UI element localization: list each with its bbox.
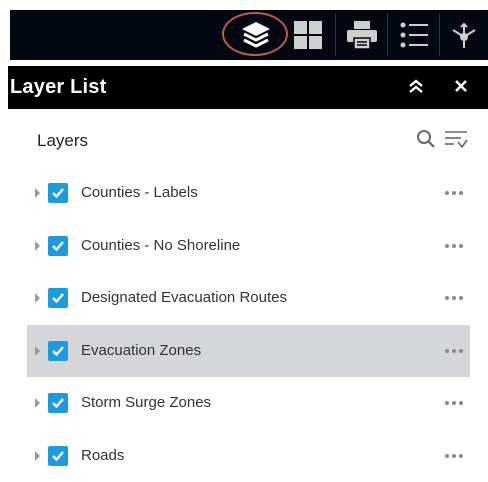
layer-visibility-checkbox[interactable]	[48, 183, 68, 203]
basemap-gallery-icon	[292, 19, 324, 51]
more-options-button[interactable]	[442, 185, 466, 201]
layer-list-button[interactable]	[230, 10, 282, 60]
more-options-button[interactable]	[442, 395, 466, 411]
layer-name: Counties - No Shoreline	[81, 237, 241, 254]
layer-row[interactable]: Designated Evacuation Routes	[27, 272, 470, 324]
layer-row[interactable]: Counties - No Shoreline	[27, 220, 470, 272]
layer-row[interactable]: Storm Surge Zones	[27, 377, 470, 429]
search-button[interactable]	[414, 129, 438, 153]
layer-row[interactable]: Roads	[27, 430, 470, 482]
legend-button[interactable]	[388, 10, 440, 60]
more-options-button[interactable]	[442, 290, 466, 306]
share-icon	[449, 20, 479, 50]
print-icon	[345, 19, 379, 51]
layers-section-header: Layers	[8, 109, 488, 169]
expand-arrow-icon[interactable]	[35, 241, 40, 251]
checkmark-icon	[52, 398, 64, 409]
expand-arrow-icon[interactable]	[35, 188, 40, 198]
layer-name: Counties - Labels	[81, 184, 198, 201]
print-button[interactable]	[336, 10, 388, 60]
checkmark-icon	[52, 241, 64, 252]
share-button[interactable]	[440, 10, 488, 60]
layer-list-panel: Layer List Layers Counties - Labels Coun…	[8, 66, 488, 481]
layer-name: Evacuation Zones	[81, 342, 202, 359]
layer-visibility-checkbox[interactable]	[48, 393, 68, 413]
expand-arrow-icon[interactable]	[35, 346, 40, 356]
legend-icon	[398, 19, 430, 51]
double-chevron-up-icon	[408, 78, 424, 99]
expand-arrow-icon[interactable]	[35, 398, 40, 408]
layer-visibility-checkbox[interactable]	[48, 446, 68, 466]
header-toolbar	[0, 0, 488, 66]
close-panel-button[interactable]	[449, 76, 473, 100]
collapse-panel-button[interactable]	[404, 76, 428, 100]
filter-list-icon	[444, 128, 468, 155]
more-options-button[interactable]	[442, 448, 466, 464]
layer-visibility-checkbox[interactable]	[48, 288, 68, 308]
layer-visibility-checkbox[interactable]	[48, 341, 68, 361]
layers-icon	[239, 19, 273, 51]
basemap-gallery-button[interactable]	[282, 10, 334, 60]
expand-arrow-icon[interactable]	[35, 293, 40, 303]
panel-title: Layer List	[10, 76, 107, 98]
layers-label: Layers	[37, 131, 89, 150]
close-icon	[454, 79, 468, 98]
more-options-button[interactable]	[442, 238, 466, 254]
layer-visibility-checkbox[interactable]	[48, 236, 68, 256]
expand-arrow-icon[interactable]	[35, 451, 40, 461]
filter-button[interactable]	[444, 129, 468, 153]
checkmark-icon	[52, 293, 64, 304]
panel-header: Layer List	[8, 66, 488, 109]
layer-name: Designated Evacuation Routes	[81, 289, 287, 306]
layer-name: Roads	[81, 447, 125, 464]
more-options-button[interactable]	[442, 343, 466, 359]
search-icon	[416, 129, 436, 154]
checkmark-icon	[52, 188, 64, 199]
checkmark-icon	[52, 346, 64, 357]
layer-row[interactable]: Counties - Labels	[27, 167, 470, 219]
layer-row-selected[interactable]: Evacuation Zones	[27, 325, 470, 377]
checkmark-icon	[52, 451, 64, 462]
layer-name: Storm Surge Zones	[81, 394, 212, 411]
